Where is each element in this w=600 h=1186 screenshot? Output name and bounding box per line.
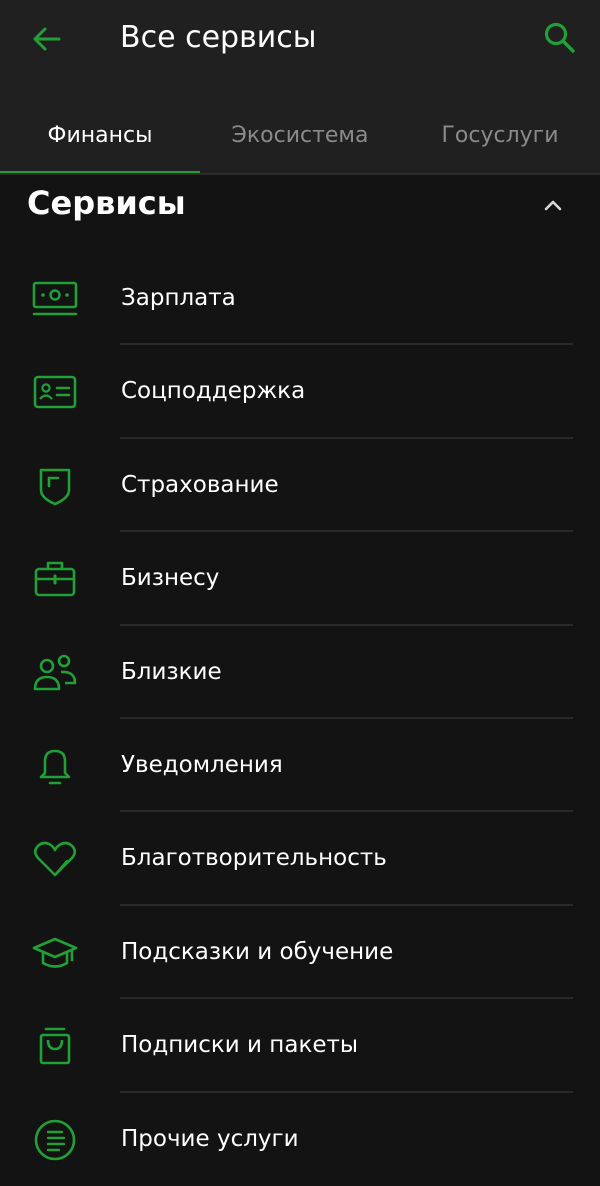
list-item-label: Благотворительность <box>121 845 387 872</box>
list-item-other-services[interactable]: Прочие услуги <box>0 1093 600 1186</box>
back-button[interactable] <box>28 20 66 58</box>
list-item-label: Близкие <box>121 658 222 685</box>
list-item-charity[interactable]: Благотворительность <box>0 812 600 906</box>
list-circle-icon <box>34 1119 76 1160</box>
collapse-button[interactable] <box>536 188 570 222</box>
chevron-up-icon <box>544 200 562 211</box>
people-icon <box>33 654 77 690</box>
graduation-cap-icon <box>32 937 78 968</box>
shopping-bag-icon <box>39 1027 71 1065</box>
page-title: Все сервисы <box>120 20 317 55</box>
search-button[interactable] <box>540 18 580 58</box>
list-item-label: Подсказки и обучение <box>121 938 394 965</box>
list-item-label: Бизнесу <box>121 565 220 592</box>
list-item-close-ones[interactable]: Близкие <box>0 626 600 719</box>
list-item-label: Подписки и пакеты <box>121 1032 359 1059</box>
list-item-notifications[interactable]: Уведомления <box>0 719 600 813</box>
tab-finance[interactable]: Финансы <box>0 96 200 175</box>
list-item-label: Прочие услуги <box>121 1125 299 1152</box>
tab-ecosystem[interactable]: Экосистема <box>200 96 400 175</box>
tab-bar: Финансы Экосистема Госуслуги <box>0 96 600 175</box>
list-item-salary[interactable]: Зарплата <box>0 252 600 346</box>
list-item-subscriptions[interactable]: Подписки и пакеты <box>0 999 600 1093</box>
bell-icon <box>39 749 71 785</box>
id-card-icon <box>33 376 77 409</box>
services-list: Зарплата Соцподдержка Страхование Бизнес… <box>0 252 600 1186</box>
list-item-insurance[interactable]: Страхование <box>0 439 600 533</box>
salary-icon <box>32 281 78 316</box>
list-item-label: Страхование <box>121 471 279 498</box>
list-item-business[interactable]: Бизнесу <box>0 532 600 626</box>
top-bar: Все сервисы Финансы Экосистема Госуслуги <box>0 0 600 175</box>
section-title: Сервисы <box>27 184 186 222</box>
list-item-label: Зарплата <box>121 285 236 311</box>
section-header: Сервисы <box>0 180 600 236</box>
list-item-label: Уведомления <box>121 751 283 778</box>
briefcase-icon <box>34 561 76 597</box>
heart-icon <box>33 842 77 877</box>
list-item-social-support[interactable]: Соцподдержка <box>0 345 600 439</box>
arrow-left-icon <box>33 27 61 51</box>
tab-gosuslugi[interactable]: Госуслуги <box>400 96 600 175</box>
shield-icon <box>39 468 71 506</box>
list-item-hints-learning[interactable]: Подсказки и обучение <box>0 906 600 1000</box>
search-icon <box>544 22 575 53</box>
tabs-divider <box>0 173 600 175</box>
list-item-label: Соцподдержка <box>121 378 306 405</box>
